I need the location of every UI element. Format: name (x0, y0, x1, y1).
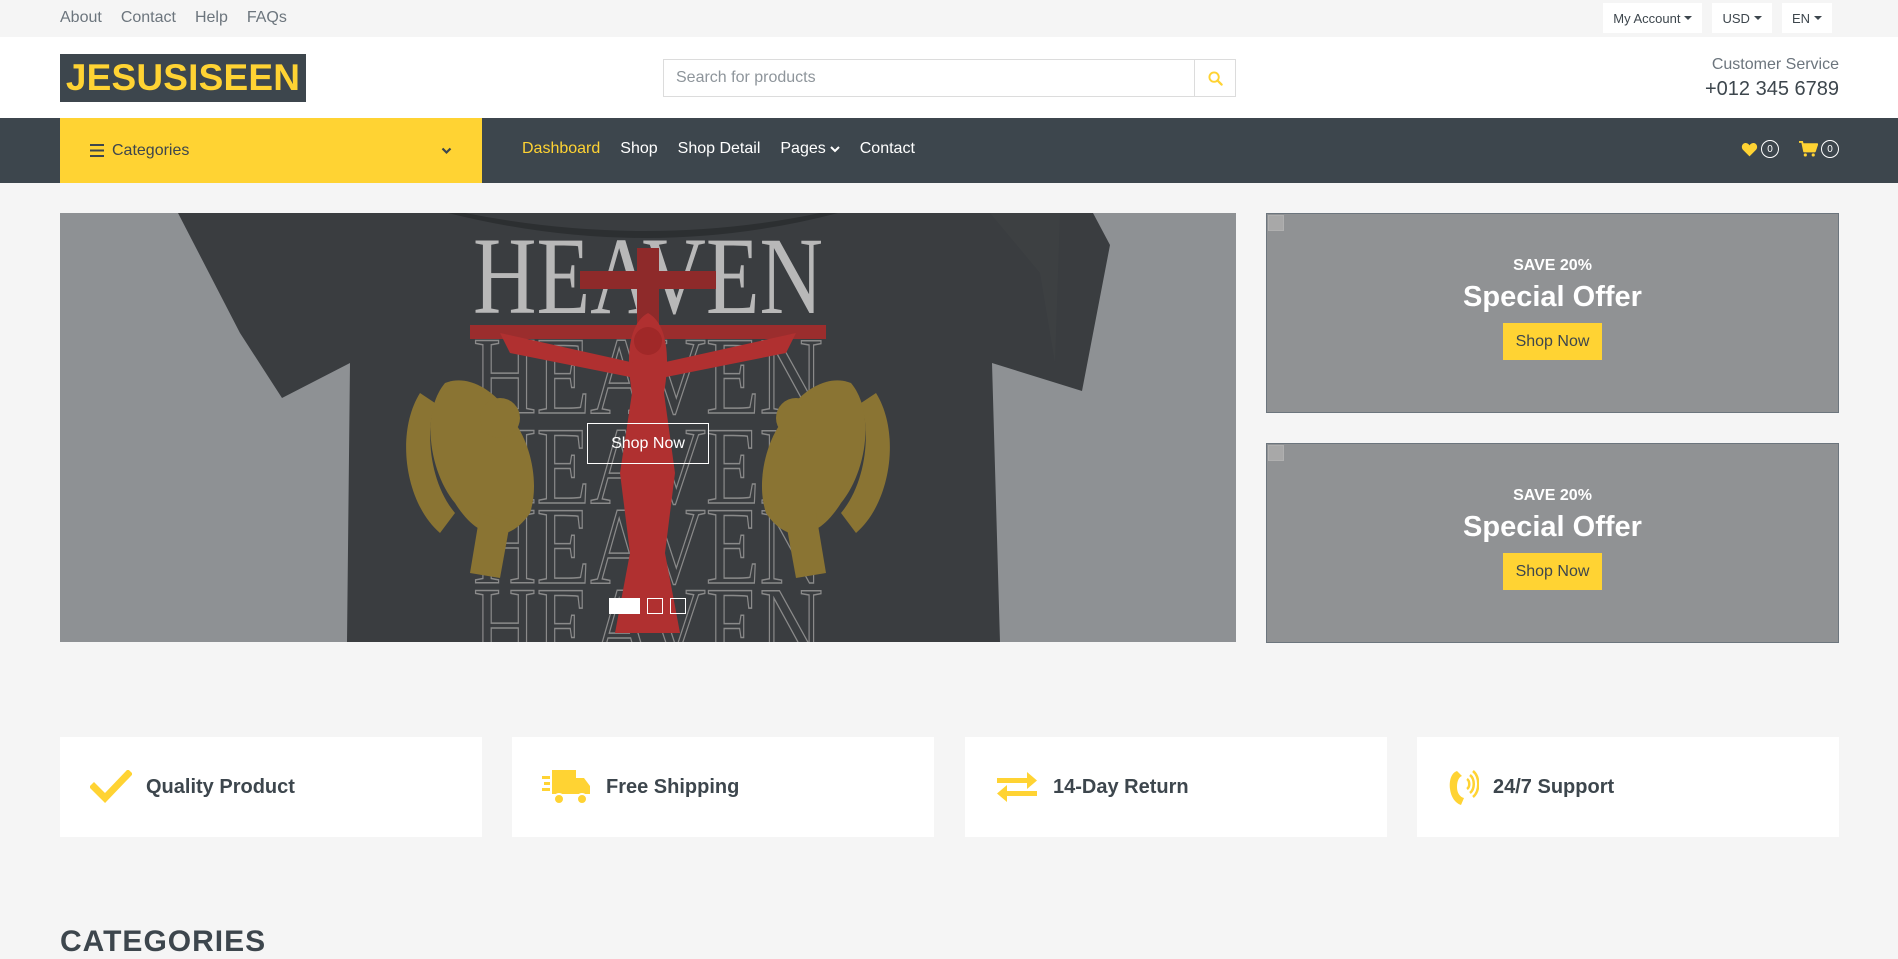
currency-dropdown[interactable]: USD (1712, 3, 1772, 33)
offer-shop-now-button[interactable]: Shop Now (1502, 553, 1603, 590)
currency-label: USD (1722, 10, 1750, 26)
offer-title: Special Offer (1463, 511, 1642, 543)
feature-label: 24/7 Support (1493, 775, 1615, 798)
top-links: About Contact Help FAQs (60, 9, 287, 27)
feature-free-shipping: Free Shipping (512, 737, 934, 837)
carousel-indicator-1[interactable] (609, 598, 640, 614)
search-input[interactable] (664, 60, 1194, 96)
broken-image-icon (1268, 445, 1284, 461)
caret-down-icon (1814, 16, 1822, 20)
carousel-indicator-3[interactable] (670, 598, 686, 614)
top-link-faqs[interactable]: FAQs (247, 9, 287, 27)
categories-label: Categories (112, 141, 190, 159)
nav-icons: 0 0 (1741, 140, 1839, 158)
chevron-down-icon (441, 147, 452, 154)
offer-shop-now-button[interactable]: Shop Now (1502, 323, 1603, 360)
carousel-indicators (609, 598, 686, 614)
search-bar (663, 59, 1236, 97)
nav-links: Dashboard Shop Shop Detail Pages Contact (522, 140, 915, 158)
feature-quality-product: Quality Product (60, 737, 482, 837)
phone-volume-icon (1449, 770, 1479, 805)
search-button[interactable] (1194, 60, 1235, 96)
cart-count: 0 (1821, 140, 1839, 158)
broken-image-icon (1268, 215, 1284, 231)
feature-label: Free Shipping (606, 775, 740, 798)
nav-link-shop[interactable]: Shop (620, 140, 657, 158)
header: JESUSISEEN Customer Service +012 345 678… (0, 37, 1898, 118)
special-offer-card: SAVE 20% Special Offer Shop Now (1266, 443, 1839, 643)
top-bar: About Contact Help FAQs My Account USD E… (0, 0, 1898, 37)
heart-icon (1741, 142, 1758, 156)
main-navbar: Categories Dashboard Shop Shop Detail Pa… (0, 118, 1898, 183)
customer-service-label: Customer Service (1711, 56, 1839, 73)
customer-service: Customer Service +012 345 6789 (1705, 56, 1839, 101)
feature-return: 14-Day Return (965, 737, 1387, 837)
feature-support: 24/7 Support (1417, 737, 1839, 837)
check-icon (90, 770, 132, 804)
language-dropdown[interactable]: EN (1781, 3, 1832, 33)
categories-toggle[interactable]: Categories (60, 118, 482, 183)
caret-down-icon (1684, 16, 1693, 20)
wishlist-count: 0 (1761, 140, 1779, 158)
my-account-dropdown[interactable]: My Account (1603, 3, 1703, 33)
feature-label: 14-Day Return (1053, 775, 1189, 798)
language-label: EN (1791, 10, 1810, 26)
nav-link-pages-label: Pages (780, 140, 826, 157)
top-link-help[interactable]: Help (195, 9, 228, 27)
cart-button[interactable]: 0 (1799, 140, 1839, 158)
feature-label: Quality Product (146, 775, 295, 798)
cart-icon (1799, 141, 1818, 157)
site-logo[interactable]: JESUSISEEN (60, 54, 306, 102)
caret-down-icon (1753, 16, 1762, 20)
top-dropdowns: My Account USD EN (1603, 3, 1832, 33)
nav-link-contact[interactable]: Contact (860, 140, 915, 158)
top-link-about[interactable]: About (60, 9, 102, 27)
section-title-categories: CATEGORIES (60, 925, 267, 958)
top-link-contact[interactable]: Contact (121, 9, 176, 27)
exchange-arrows-icon (997, 772, 1037, 802)
special-offer-card: SAVE 20% Special Offer Shop Now (1266, 213, 1839, 413)
hero-carousel[interactable]: HEAVEN HEAVEN HEAVEN HEAVEN HEAVEN Shop … (60, 213, 1236, 642)
my-account-label: My Account (1613, 10, 1681, 26)
hero-shop-now-button[interactable]: Shop Now (587, 423, 709, 464)
nav-link-shop-detail[interactable]: Shop Detail (678, 140, 761, 158)
carousel-indicator-2[interactable] (647, 598, 663, 614)
bars-icon (90, 144, 104, 157)
nav-link-dashboard[interactable]: Dashboard (522, 140, 600, 158)
customer-service-phone: +012 345 6789 (1704, 78, 1839, 100)
offer-save-text: SAVE 20% (1513, 257, 1592, 274)
search-icon (1207, 70, 1223, 86)
nav-link-pages[interactable]: Pages (780, 140, 840, 158)
offer-save-text: SAVE 20% (1513, 487, 1592, 504)
shipping-truck-icon (542, 770, 590, 805)
offer-title: Special Offer (1463, 281, 1642, 313)
chevron-down-icon (830, 145, 840, 152)
wishlist-button[interactable]: 0 (1741, 140, 1779, 158)
